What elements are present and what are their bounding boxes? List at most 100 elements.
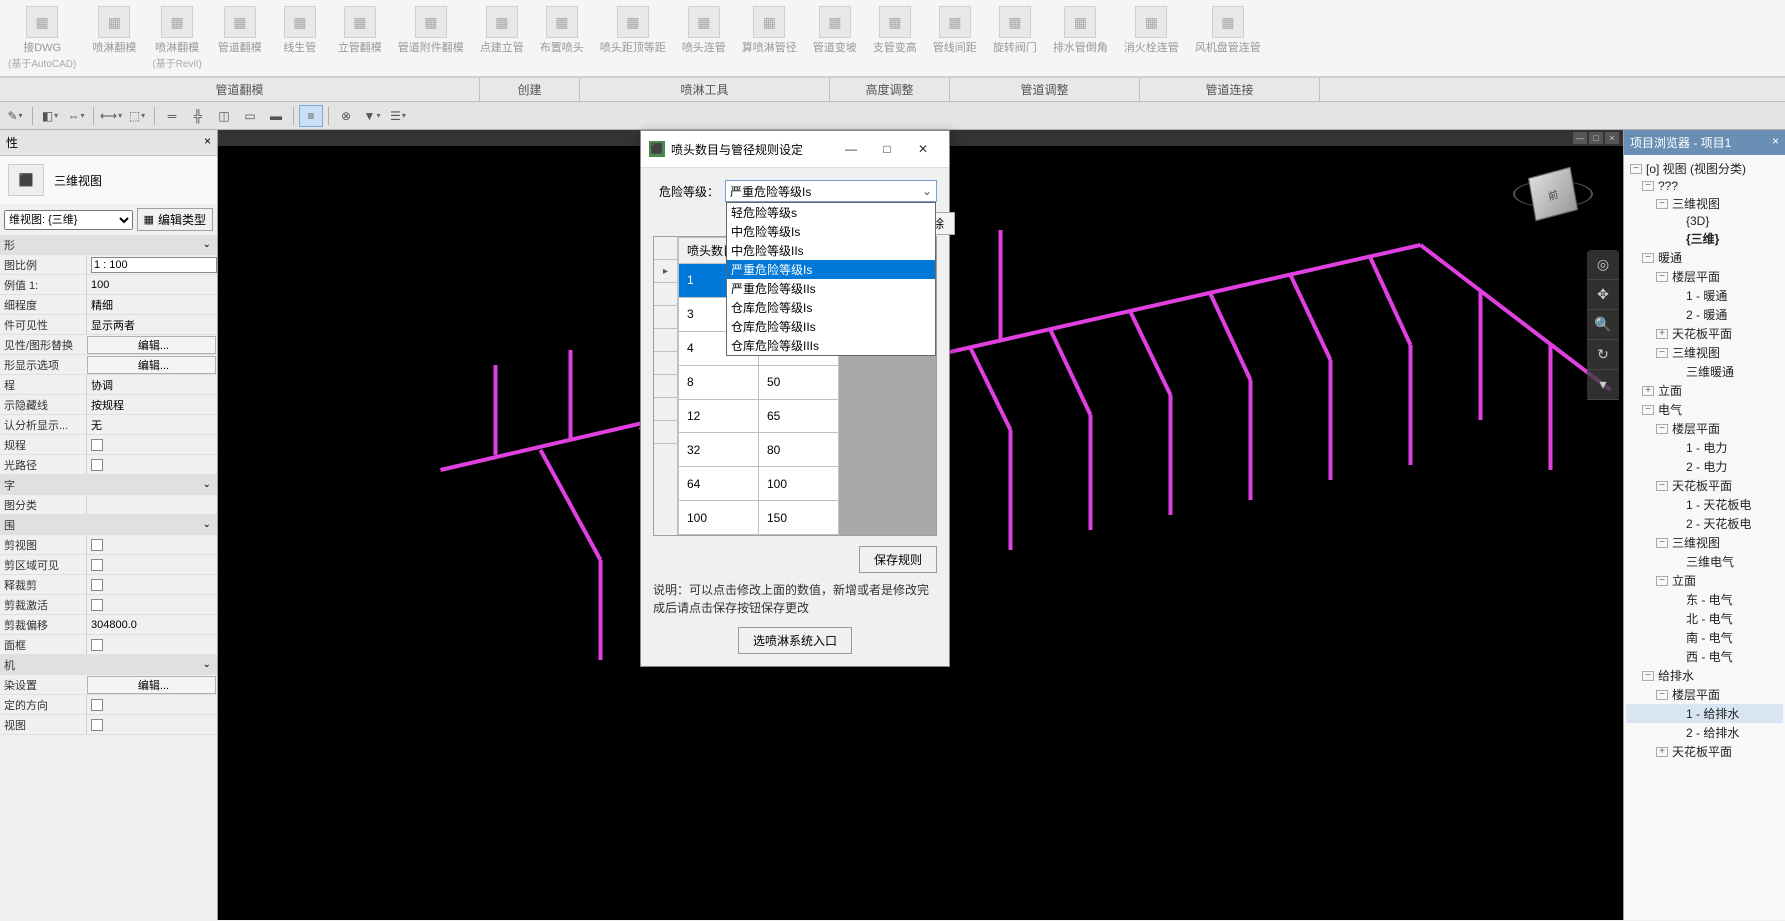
prop-value[interactable]	[86, 555, 217, 574]
tree-expander-icon[interactable]: −	[1642, 181, 1654, 191]
tree-node[interactable]: 北 - 电气	[1626, 609, 1783, 628]
browser-close-icon[interactable]: ×	[1772, 134, 1779, 151]
ribbon-tool[interactable]: ▦ 立管翻模	[330, 4, 390, 72]
prop-checkbox[interactable]	[91, 559, 103, 571]
tree-node[interactable]: 三维电气	[1626, 552, 1783, 571]
tree-node[interactable]: 南 - 电气	[1626, 628, 1783, 647]
prop-checkbox[interactable]	[91, 439, 103, 451]
tree-expander-icon[interactable]: −	[1656, 348, 1668, 358]
collapse-icon[interactable]: ⌄	[203, 519, 217, 530]
dialog-titlebar[interactable]: ⬛ 喷头数目与管径规则设定 — □ ✕	[641, 131, 949, 168]
tree-node[interactable]: {3D}	[1626, 213, 1783, 229]
tree-expander-icon[interactable]: −	[1642, 405, 1654, 415]
prop-value[interactable]	[86, 575, 217, 594]
tree-expander-icon[interactable]: −	[1642, 253, 1654, 263]
ribbon-tool[interactable]: ▦ 旋转阀门	[985, 4, 1045, 72]
nav-wheel-icon[interactable]: ◎	[1587, 250, 1619, 280]
dialog-maximize-button[interactable]: □	[869, 137, 905, 161]
prop-value[interactable]	[86, 715, 217, 734]
collapse-icon[interactable]: ⌄	[203, 479, 217, 490]
dialog-minimize-button[interactable]: —	[833, 137, 869, 161]
qt-dim[interactable]: ⟷	[99, 105, 123, 127]
properties-close-icon[interactable]: ×	[204, 134, 211, 151]
viewport-max-icon[interactable]: □	[1589, 132, 1603, 144]
prop-value[interactable]: 编辑...	[87, 336, 216, 354]
prop-checkbox[interactable]	[91, 699, 103, 711]
prop-value[interactable]	[86, 595, 217, 614]
prop-value[interactable]	[86, 435, 217, 454]
ribbon-tool[interactable]: ▦ 接DWG (基于AutoCAD)	[0, 4, 84, 72]
tree-expander-icon[interactable]: −	[1656, 538, 1668, 548]
dialog-close-button[interactable]: ✕	[905, 137, 941, 161]
hazard-level-combo[interactable]: 严重危险等级Is 轻危险等级s中危险等级Is中危险等级IIs严重危险等级Is严重…	[725, 180, 937, 202]
tree-node[interactable]: 2 - 暖通	[1626, 305, 1783, 324]
collapse-icon[interactable]: ⌄	[203, 239, 217, 250]
prop-checkbox[interactable]	[91, 539, 103, 551]
tree-node[interactable]: −三维视图	[1626, 194, 1783, 213]
tree-expander-icon[interactable]: +	[1656, 747, 1668, 757]
tree-expander-icon[interactable]: −	[1656, 576, 1668, 586]
tree-node[interactable]: 2 - 给排水	[1626, 723, 1783, 742]
tree-node[interactable]: −电气	[1626, 400, 1783, 419]
dropdown-item[interactable]: 严重危险等级Is	[727, 260, 935, 279]
qt-pin[interactable]: ═	[160, 105, 184, 127]
tree-node[interactable]: 2 - 天花板电	[1626, 514, 1783, 533]
prop-input[interactable]	[91, 257, 217, 273]
qt-filter[interactable]: ☰	[386, 105, 410, 127]
table-row[interactable]: 850	[679, 365, 839, 399]
qt-line[interactable]: ▬	[264, 105, 288, 127]
select-system-entry-button[interactable]: 选喷淋系统入口	[738, 627, 852, 654]
tree-node[interactable]: 东 - 电气	[1626, 590, 1783, 609]
ribbon-tool[interactable]: ▦ 线生管	[270, 4, 330, 72]
prop-value[interactable]	[86, 635, 217, 654]
prop-value[interactable]	[86, 535, 217, 554]
qt-trim[interactable]: ◫	[212, 105, 236, 127]
tree-node[interactable]: −三维视图	[1626, 533, 1783, 552]
qt-tag[interactable]: ⬚	[125, 105, 149, 127]
tree-expander-icon[interactable]: −	[1656, 199, 1668, 209]
nav-zoom-icon[interactable]: 🔍	[1587, 310, 1619, 340]
viewcube[interactable]: 前	[1513, 154, 1593, 234]
tree-node[interactable]: −给排水	[1626, 666, 1783, 685]
qt-view[interactable]: ▼	[360, 105, 384, 127]
prop-checkbox[interactable]	[91, 599, 103, 611]
tree-node[interactable]: −天花板平面	[1626, 476, 1783, 495]
table-row[interactable]: 64100	[679, 467, 839, 501]
ribbon-tool[interactable]: ▦ 支管变高	[865, 4, 925, 72]
qt-wall[interactable]: ◧	[38, 105, 62, 127]
qt-split[interactable]: ╬	[186, 105, 210, 127]
prop-value[interactable]	[86, 455, 217, 474]
dropdown-item[interactable]: 中危险等级IIs	[727, 241, 935, 260]
nav-pan-icon[interactable]: ✥	[1587, 280, 1619, 310]
qt-rect[interactable]: ▭	[238, 105, 262, 127]
tree-expander-icon[interactable]: −	[1630, 164, 1642, 174]
tree-expander-icon[interactable]: −	[1656, 272, 1668, 282]
tree-node[interactable]: 1 - 给排水	[1626, 704, 1783, 723]
prop-value[interactable]: 编辑...	[87, 356, 216, 374]
tree-node[interactable]: −楼层平面	[1626, 685, 1783, 704]
prop-value[interactable]: 编辑...	[87, 676, 216, 694]
nav-orbit-icon[interactable]: ↻	[1587, 340, 1619, 370]
ribbon-tool[interactable]: ▦ 管线间距	[925, 4, 985, 72]
dropdown-item[interactable]: 仓库危险等级Is	[727, 298, 935, 317]
tree-expander-icon[interactable]: −	[1656, 481, 1668, 491]
ribbon-tool[interactable]: ▦ 管道翻模	[210, 4, 270, 72]
tree-node[interactable]: −楼层平面	[1626, 267, 1783, 286]
tree-node[interactable]: 三维暖通	[1626, 362, 1783, 381]
viewport-close-icon[interactable]: ×	[1605, 132, 1619, 144]
ribbon-tool[interactable]: ▦ 排水管倒角	[1045, 4, 1116, 72]
collapse-icon[interactable]: ⌄	[203, 659, 217, 670]
ribbon-tool[interactable]: ▦ 消火栓连管	[1116, 4, 1187, 72]
tree-node[interactable]: +天花板平面	[1626, 324, 1783, 343]
tree-node[interactable]: 1 - 天花板电	[1626, 495, 1783, 514]
prop-value[interactable]	[86, 255, 217, 274]
qt-thin-lines[interactable]: ≡	[299, 105, 323, 127]
tree-node[interactable]: −暖通	[1626, 248, 1783, 267]
tree-node[interactable]: −[o] 视图 (视图分类)	[1626, 159, 1783, 178]
save-rule-button[interactable]: 保存规则	[859, 546, 937, 573]
view-selector[interactable]: 维视图: {三维}	[4, 210, 133, 230]
dropdown-item[interactable]: 中危险等级Is	[727, 222, 935, 241]
qt-align[interactable]: ⇔	[64, 105, 88, 127]
tree-node[interactable]: 1 - 暖通	[1626, 286, 1783, 305]
prop-checkbox[interactable]	[91, 579, 103, 591]
